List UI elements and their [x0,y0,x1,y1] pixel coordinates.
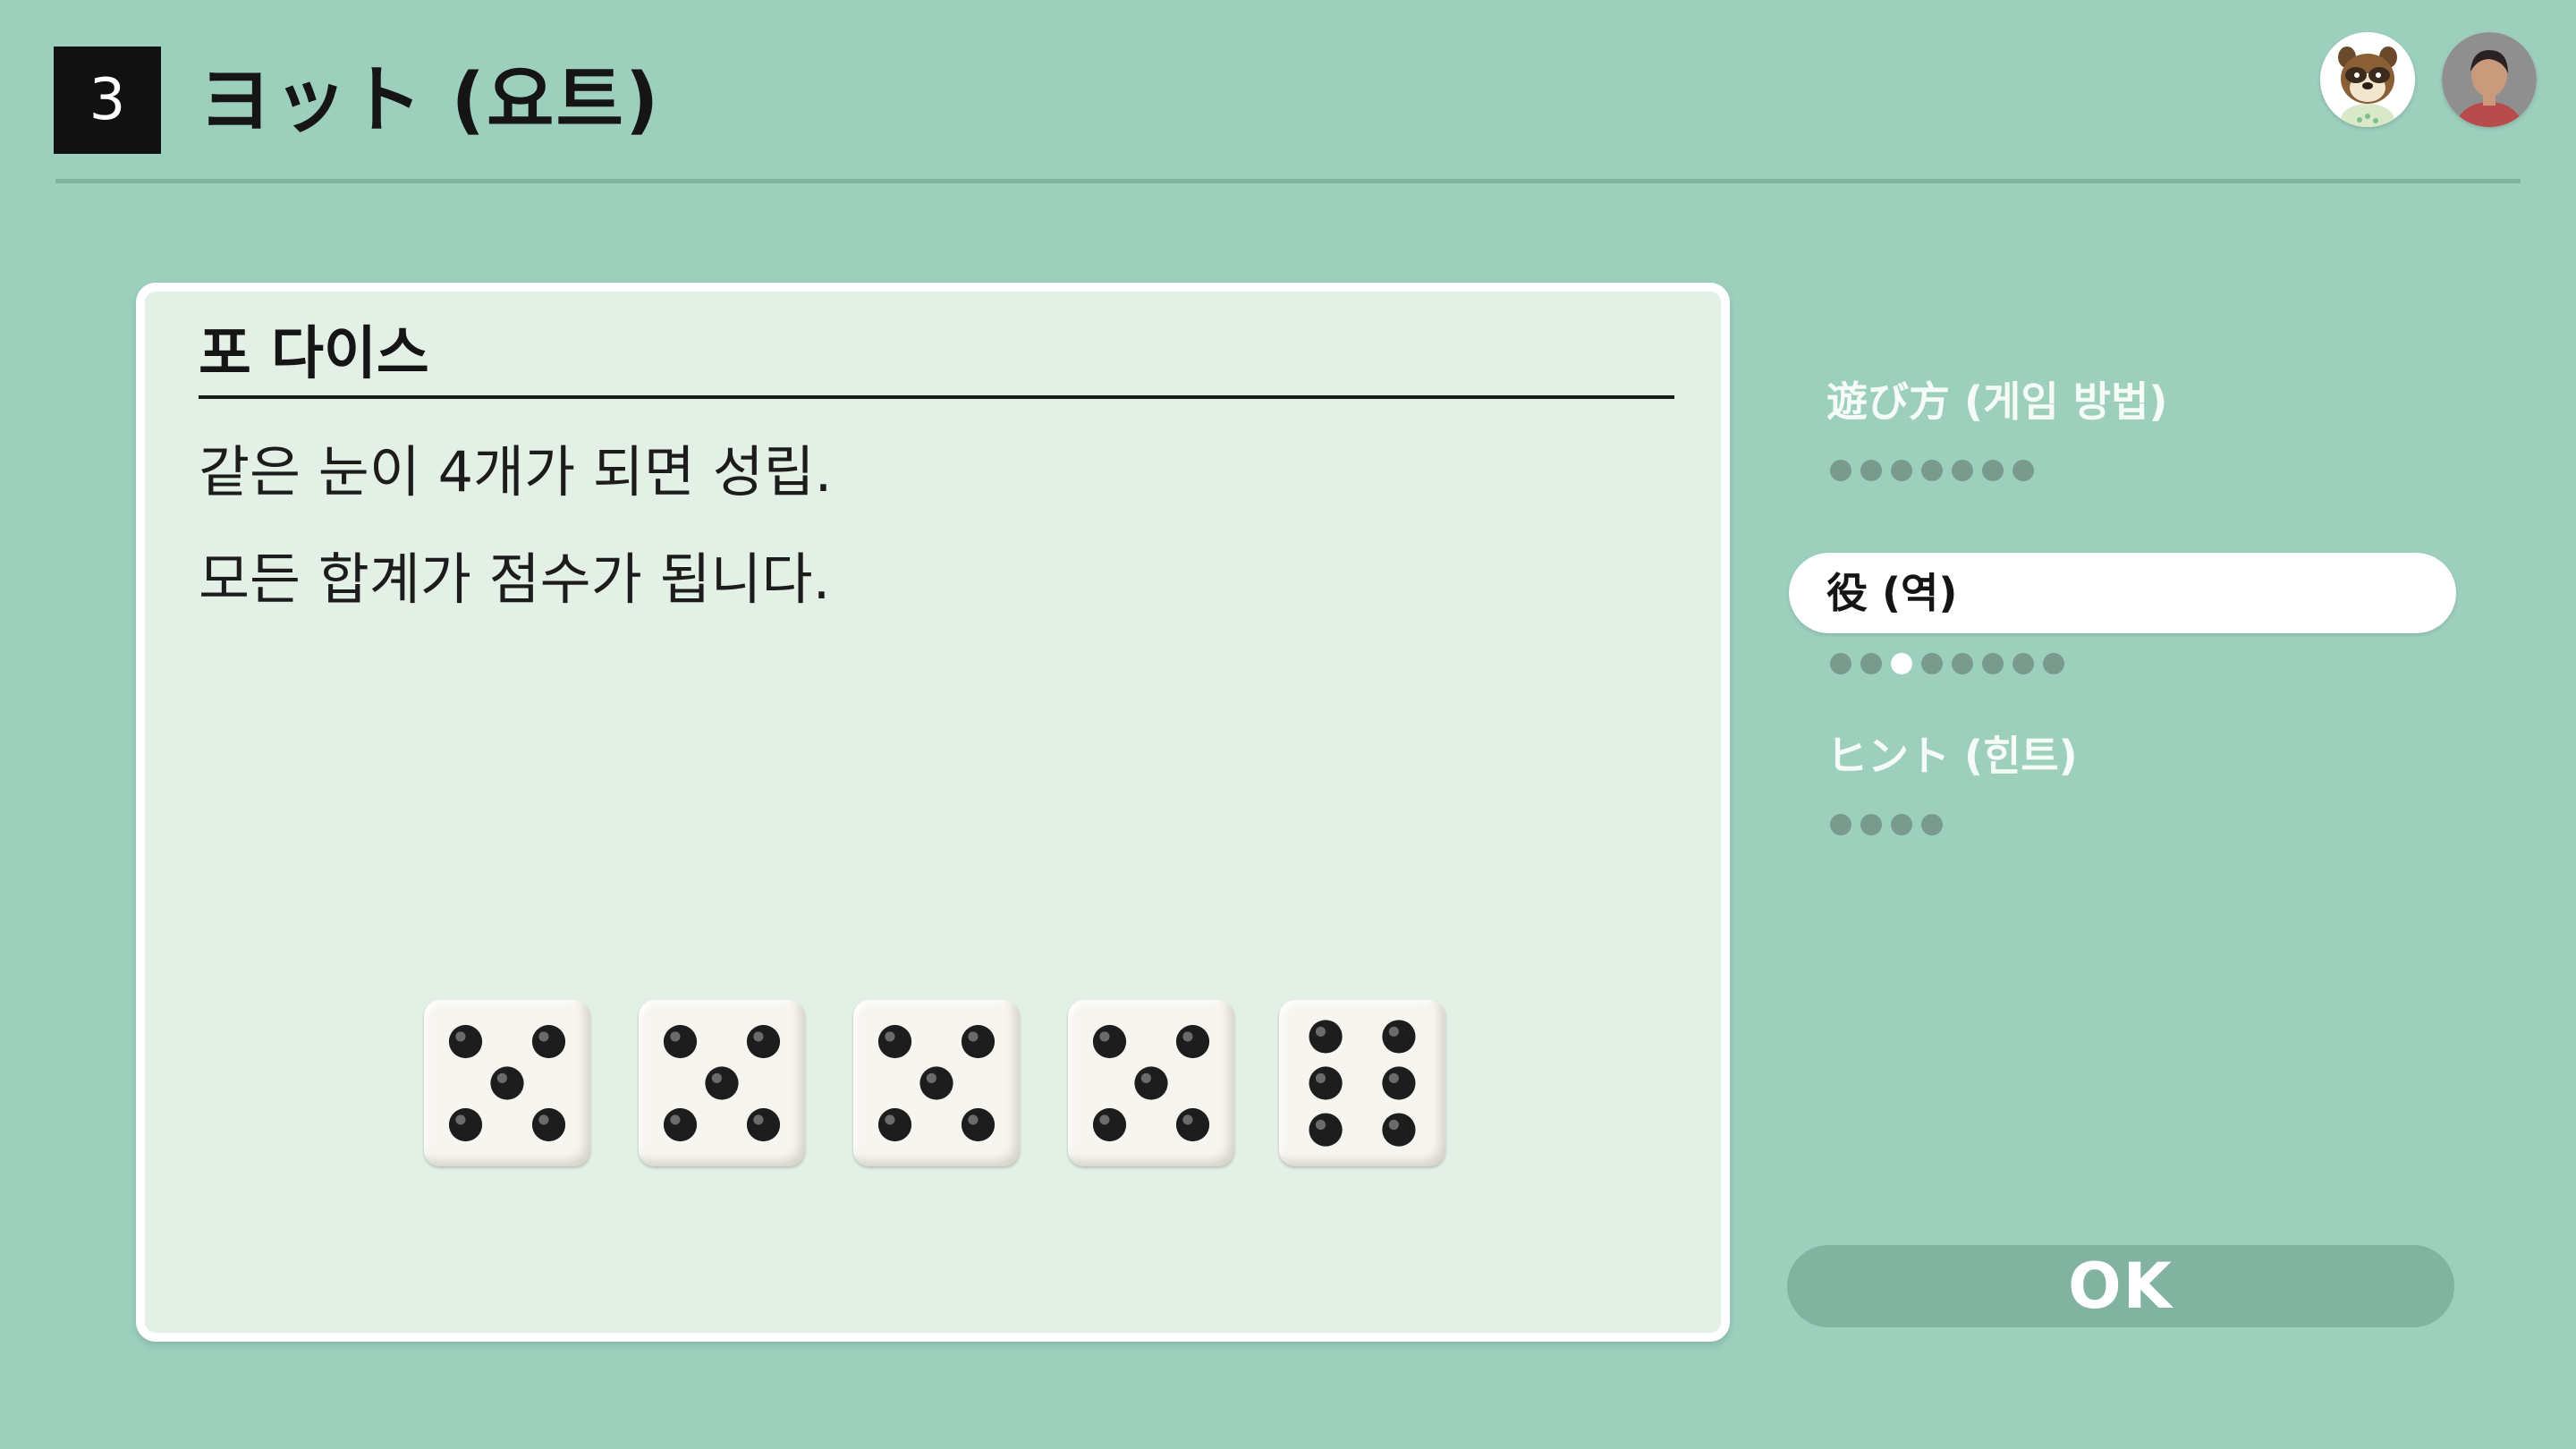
die-pip-highlight [926,1072,936,1083]
die-pip-highlight [670,1114,681,1125]
die-pip [531,1107,566,1142]
die-pip-highlight [455,1114,466,1125]
die-pip-highlight [1182,1031,1193,1042]
die-face-5 [639,1000,805,1166]
page-dot [2012,460,2034,481]
die-pip-highlight [1388,1026,1399,1037]
die-pip-highlight [968,1031,979,1042]
page-dot [1830,653,1852,674]
die-pip [1175,1024,1210,1059]
die-pip [961,1107,996,1142]
page-indicator-hands [1830,653,2073,680]
die-face-5 [424,1000,590,1166]
die-pip-highlight [538,1114,549,1125]
page-indicator-hints [1830,814,1952,841]
die-pip [746,1024,781,1059]
page-indicator-how-to-play [1830,460,2043,487]
die-pip [1175,1107,1210,1142]
die-pip-highlight [1099,1031,1110,1042]
description-line: 모든 합계가 점수가 됩니다. [199,547,831,612]
page-dot [2012,653,2034,674]
die-pip-highlight [1315,1026,1326,1037]
game-number-badge: 3 [54,47,161,154]
die-pip-highlight [1388,1072,1399,1083]
page-dot [1982,653,2004,674]
die-pip [877,1107,912,1142]
die-pip-highlight [496,1072,507,1083]
heading-underline [199,395,1674,399]
die-pip-highlight [538,1031,549,1042]
page-dot [2043,653,2064,674]
die-pip-highlight [1315,1119,1326,1131]
die-face-6 [1279,1000,1445,1166]
die-pip-highlight [670,1031,681,1042]
die-pip-highlight [711,1072,722,1083]
page-dot [1891,460,1912,481]
player-avatar-icon[interactable] [2442,32,2537,127]
die-pip-highlight [753,1114,764,1125]
menu-item-how-to-play[interactable]: 遊び方 (게임 방법) [1789,361,2456,442]
page-dot [1830,460,1852,481]
die-pip [1134,1066,1168,1100]
die-pip [746,1107,781,1142]
die-face-5 [1068,1000,1234,1166]
header-divider [55,179,2521,183]
die-face-5 [853,1000,1020,1166]
page-dot [1891,814,1912,835]
die-pip [663,1024,698,1059]
die-pip [531,1024,566,1059]
die-pip [663,1107,698,1142]
page-dot [1860,653,1882,674]
die-pip [705,1066,739,1100]
die-pip [448,1024,483,1059]
die-pip-highlight [885,1031,895,1042]
page-dot [1860,460,1882,481]
die-pip-highlight [1099,1114,1110,1125]
die-pip-highlight [968,1114,979,1125]
page-dot [1921,460,1943,481]
page-dot [1952,653,1973,674]
die-pip [1309,1066,1343,1100]
hand-name: 포 다이스 [199,321,429,387]
page-dot [1830,814,1852,835]
game-title: ヨット (요트) [199,58,661,143]
raccoon-character-avatar-icon[interactable] [2320,32,2415,127]
die-pip-highlight [455,1031,466,1042]
page-dot [1921,653,1943,674]
die-pip-highlight [885,1114,895,1125]
die-pip [1382,1066,1416,1100]
die-pip [1092,1107,1127,1142]
page-dot [1891,653,1912,674]
page-dot [1982,460,2004,481]
page-dot [1952,460,1973,481]
page-dot [1921,814,1943,835]
menu-item-hands[interactable]: 役 (역) [1789,553,2456,633]
die-pip-highlight [1182,1114,1193,1125]
page-dot [1860,814,1882,835]
ok-button[interactable]: OK [1787,1245,2454,1327]
die-pip [490,1066,524,1100]
die-pip [1309,1020,1343,1054]
die-pip-highlight [1140,1072,1151,1083]
die-pip [1382,1113,1416,1147]
die-pip-highlight [753,1031,764,1042]
die-pip [961,1024,996,1059]
description-line: 같은 눈이 4개가 되면 성립. [199,439,833,504]
die-pip [448,1107,483,1142]
menu-item-label: ヒント (힌트) [1826,732,2078,780]
die-pip-highlight [1388,1119,1399,1131]
die-pip [1309,1113,1343,1147]
die-pip [877,1024,912,1059]
die-pip [919,1066,953,1100]
menu-item-label: 役 (역) [1826,569,1958,617]
die-pip [1382,1020,1416,1054]
menu-item-hints[interactable]: ヒント (힌트) [1789,716,2456,796]
menu-item-label: 遊び方 (게임 방법) [1826,377,2168,426]
die-pip-highlight [1315,1072,1326,1083]
hand-description-panel: 포 다이스 같은 눈이 4개가 되면 성립. 모든 합계가 점수가 됩니다. [136,283,1730,1342]
die-pip [1092,1024,1127,1059]
game-screen: 3 ヨット (요트) 포 다이스 같은 눈이 4개가 되면 성립. 모든 합계가… [0,0,2576,1449]
example-dice-row [145,1000,1721,1170]
